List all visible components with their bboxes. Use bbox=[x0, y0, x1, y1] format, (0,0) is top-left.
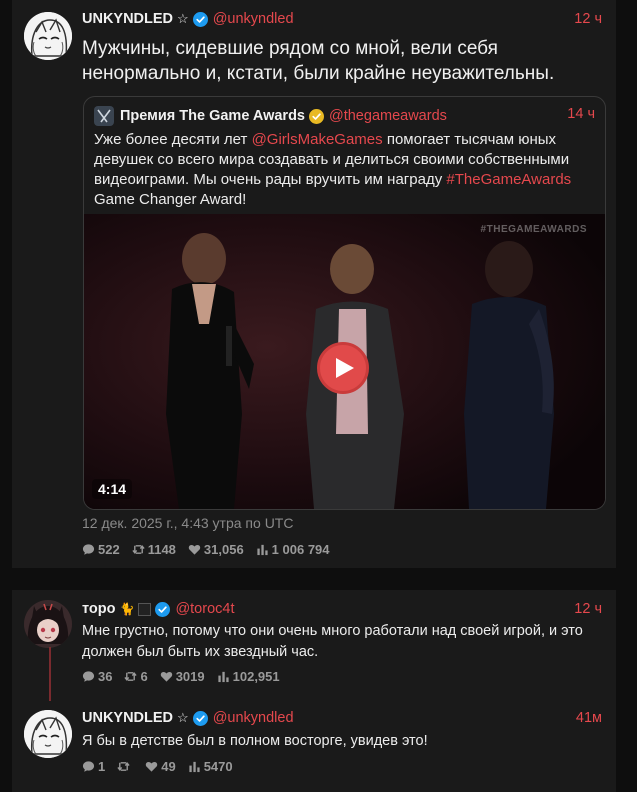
tweet-text: Мужчины, сидевшие рядом со мной, вели се… bbox=[82, 38, 555, 84]
avatar-unkyndled[interactable] bbox=[24, 710, 72, 758]
play-button[interactable] bbox=[317, 342, 369, 394]
reply-icon bbox=[82, 670, 95, 683]
anime-avatar-icon bbox=[24, 12, 72, 60]
retweet-icon bbox=[117, 760, 130, 773]
reply-1-stats: 36 6 3019 102,951 bbox=[82, 669, 280, 684]
retweet-count: 6 bbox=[140, 669, 148, 684]
views-chart-icon bbox=[217, 670, 230, 683]
author-handle[interactable]: @unkyndled bbox=[213, 11, 294, 27]
like-count: 31,056 bbox=[203, 542, 244, 557]
quote-time[interactable]: 14 ч bbox=[567, 106, 595, 122]
reply-2-time[interactable]: 41м bbox=[576, 710, 602, 726]
quoted-tweet[interactable]: Премия The Game Awards @thegameawards 14… bbox=[83, 96, 606, 510]
anime-avatar-icon bbox=[24, 710, 72, 758]
views-count: 102,951 bbox=[232, 669, 280, 684]
reply-2-author-name[interactable]: UNKYNDLED bbox=[82, 710, 173, 726]
main-tweet[interactable]: UNKYNDLED ☆ @unkyndled 12 ч Мужчины, сид… bbox=[12, 0, 616, 568]
reply-stat[interactable]: 36 bbox=[82, 669, 112, 684]
reply-icon bbox=[82, 760, 95, 773]
reply-stat[interactable]: 522 bbox=[82, 542, 120, 557]
views-count: 5470 bbox=[203, 759, 233, 774]
reply-1-time[interactable]: 12 ч bbox=[574, 601, 602, 617]
author-name[interactable]: UNKYNDLED bbox=[82, 11, 173, 27]
quote-header: Премия The Game Awards @thegameawards bbox=[94, 106, 447, 126]
reply-1-header: торо 🐈 @toroc4t bbox=[82, 601, 235, 617]
reply-count: 36 bbox=[98, 669, 113, 684]
like-stat[interactable]: 49 bbox=[145, 759, 176, 774]
views-chart-icon bbox=[256, 543, 269, 556]
thread-connector-line bbox=[49, 647, 51, 701]
reply-count: 1 bbox=[98, 759, 106, 774]
views-stat[interactable]: 1 006 794 bbox=[256, 542, 330, 557]
black-square-emoji-icon bbox=[138, 602, 152, 616]
reply-1-text: Мне грустно, потому что они очень много … bbox=[82, 623, 583, 660]
retweet-icon bbox=[132, 543, 145, 556]
verified-icon bbox=[155, 601, 171, 617]
game-awards-logo-icon bbox=[94, 106, 114, 126]
tweet-time[interactable]: 12 ч bbox=[574, 11, 602, 27]
quote-author-handle[interactable]: @thegameawards bbox=[329, 108, 447, 124]
tweet-stats: 522 1148 31,056 1 006 794 bbox=[82, 542, 330, 557]
video-duration: 4:14 bbox=[92, 479, 133, 499]
views-count: 1 006 794 bbox=[271, 542, 330, 557]
reply-2-stats: 1 49 5470 bbox=[82, 759, 233, 774]
play-icon bbox=[336, 358, 354, 378]
reply-2-header: UNKYNDLED ☆ @unkyndled bbox=[82, 710, 294, 726]
quote-text: Уже более десяти лет @GirlsMakeGames пом… bbox=[94, 130, 594, 210]
views-stat[interactable]: 102,951 bbox=[217, 669, 280, 684]
retweet-stat[interactable]: 6 bbox=[124, 669, 148, 684]
views-stat[interactable]: 5470 bbox=[188, 759, 233, 774]
like-count: 3019 bbox=[175, 669, 205, 684]
quote-text-part: Game Changer Award! bbox=[94, 191, 247, 208]
star-badge-icon: ☆ bbox=[177, 11, 189, 26]
reply-count: 522 bbox=[98, 542, 120, 557]
verified-icon bbox=[192, 11, 208, 27]
anime-avatar-dark-icon bbox=[24, 600, 72, 648]
heart-icon bbox=[145, 760, 158, 773]
retweet-stat[interactable]: 1148 bbox=[132, 542, 176, 557]
quote-author-name[interactable]: Премия The Game Awards bbox=[120, 108, 305, 124]
like-count: 49 bbox=[161, 759, 176, 774]
reply-2-text: Я бы в детстве был в полном восторге, ув… bbox=[82, 733, 428, 749]
video-watermark: #THEGAMEAWARDS bbox=[480, 224, 587, 235]
views-chart-icon bbox=[188, 760, 201, 773]
reply-1-handle[interactable]: @toroc4t bbox=[175, 601, 234, 617]
retweet-icon bbox=[124, 670, 138, 683]
like-stat[interactable]: 31,056 bbox=[188, 542, 244, 557]
cat-emoji-icon: 🐈 bbox=[119, 602, 135, 616]
avatar-toro[interactable] bbox=[24, 600, 72, 648]
video-player[interactable]: #THEGAMEAWARDS 4:14 bbox=[84, 214, 605, 509]
gold-verified-icon bbox=[309, 108, 324, 124]
reply-icon bbox=[82, 543, 95, 556]
main-tweet-header: UNKYNDLED ☆ @unkyndled bbox=[82, 11, 294, 27]
like-stat[interactable]: 3019 bbox=[160, 669, 205, 684]
quote-text-part: Уже более десяти лет bbox=[94, 131, 252, 148]
retweet-stat[interactable] bbox=[117, 760, 133, 773]
reply-2-handle[interactable]: @unkyndled bbox=[213, 710, 294, 726]
tweet-date[interactable]: 12 дек. 2025 г., 4:43 утра по UTC bbox=[82, 515, 293, 531]
hashtag-link[interactable]: #TheGameAwards bbox=[446, 171, 571, 188]
reply-thread: торо 🐈 @toroc4t 12 ч Мне грустно, потому… bbox=[12, 590, 616, 792]
reply-1-author-name[interactable]: торо bbox=[82, 601, 115, 617]
avatar-unkyndled[interactable] bbox=[24, 12, 72, 60]
verified-icon bbox=[192, 710, 208, 726]
retweet-count: 1148 bbox=[147, 542, 176, 557]
heart-icon bbox=[188, 543, 201, 556]
heart-icon bbox=[160, 670, 173, 683]
mention-link[interactable]: @GirlsMakeGames bbox=[252, 131, 383, 148]
reply-stat[interactable]: 1 bbox=[82, 759, 105, 774]
star-badge-icon: ☆ bbox=[177, 710, 189, 725]
